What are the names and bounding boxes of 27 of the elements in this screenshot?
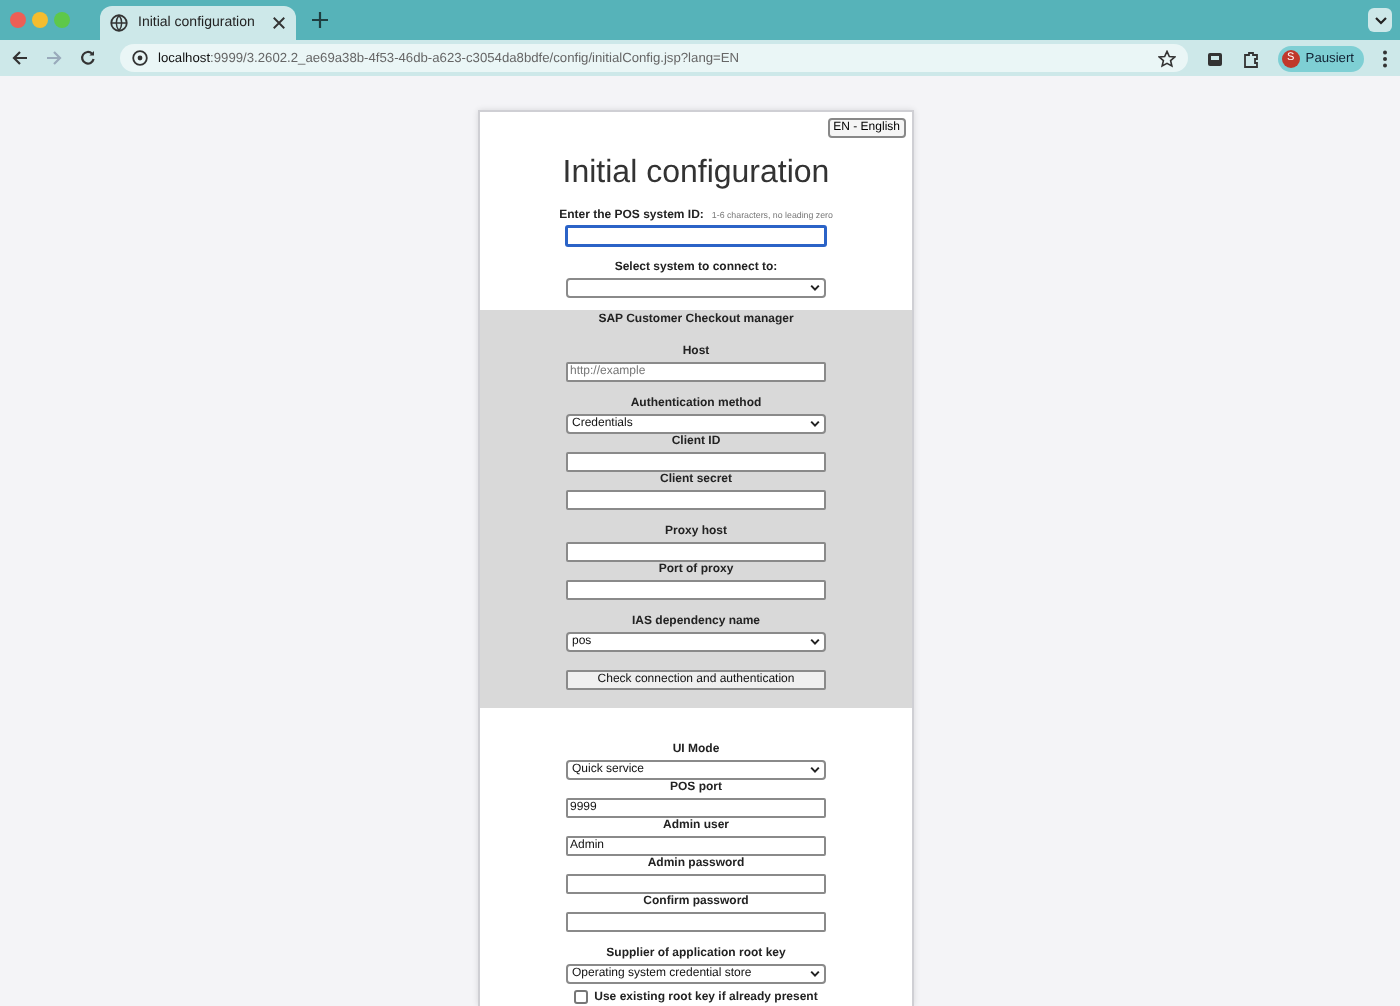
input-field[interactable] bbox=[566, 542, 826, 562]
menu-icon[interactable] bbox=[1382, 49, 1388, 67]
back-icon[interactable] bbox=[12, 50, 28, 66]
caret-icon bbox=[810, 284, 820, 292]
caret-icon bbox=[810, 638, 820, 646]
input-field[interactable] bbox=[566, 226, 826, 246]
input-field[interactable] bbox=[566, 912, 826, 932]
input-field[interactable] bbox=[566, 490, 826, 510]
input-field[interactable] bbox=[566, 452, 826, 472]
input-field[interactable] bbox=[566, 580, 826, 600]
dropdown[interactable] bbox=[566, 278, 826, 298]
close-icon[interactable] bbox=[272, 16, 286, 30]
extension-icon[interactable] bbox=[1205, 49, 1224, 67]
caret-icon bbox=[810, 970, 820, 978]
tab-list-button[interactable] bbox=[1368, 8, 1392, 32]
star-icon[interactable] bbox=[1157, 49, 1176, 67]
caret-icon bbox=[810, 420, 820, 428]
info-icon bbox=[132, 50, 148, 66]
caret-icon bbox=[1373, 15, 1387, 25]
new-tab-icon[interactable] bbox=[312, 12, 328, 28]
globe-icon bbox=[110, 14, 128, 32]
checkbox[interactable] bbox=[574, 990, 589, 1004]
reload-icon[interactable] bbox=[80, 50, 96, 66]
puzzle-icon[interactable] bbox=[1241, 49, 1260, 67]
page-title: Initial configuration bbox=[560, 156, 832, 192]
caret-icon bbox=[810, 766, 820, 774]
input-field[interactable] bbox=[566, 874, 826, 894]
